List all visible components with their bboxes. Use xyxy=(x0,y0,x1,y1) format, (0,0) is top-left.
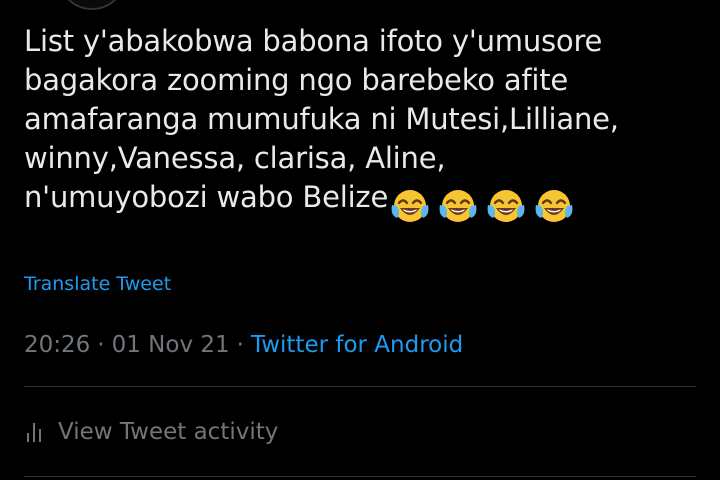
bar-chart-icon xyxy=(27,423,41,442)
tweet-source-link[interactable]: Twitter for Android xyxy=(251,332,463,358)
avatar[interactable] xyxy=(62,0,122,10)
face-with-tears-of-joy-icon xyxy=(391,190,429,222)
tweet-text-line: bagakora zooming ngo barebeko afite xyxy=(24,63,569,97)
divider xyxy=(24,386,696,387)
view-tweet-activity-button[interactable]: View Tweet activity xyxy=(24,418,278,446)
translate-tweet-link[interactable]: Translate Tweet xyxy=(24,272,171,296)
tweet-text: List y'abakobwa babona ifoto y'umusore b… xyxy=(24,22,714,224)
tweet-text-line: n'umuyobozi wabo Belize xyxy=(24,180,389,214)
tweet-text-line: amafaranga mumufuka ni Mutesi,Lilliane, xyxy=(24,102,619,136)
tweet-text-line: List y'abakobwa babona ifoto y'umusore xyxy=(24,24,603,58)
face-with-tears-of-joy-icon xyxy=(439,190,477,222)
tweet-text-line-last: n'umuyobozi wabo Belize xyxy=(24,178,714,224)
tweet-meta: 20:26 · 01 Nov 21 · Twitter for Android xyxy=(24,331,463,359)
tweet-text-line: winny,Vanessa, clarisa, Aline, xyxy=(24,141,446,175)
view-tweet-activity-label: View Tweet activity xyxy=(58,419,279,445)
meta-separator: · xyxy=(236,332,244,358)
tweet-date: 01 Nov 21 xyxy=(111,332,230,358)
tweet-detail-screen: List y'abakobwa babona ifoto y'umusore b… xyxy=(0,0,720,480)
meta-separator: · xyxy=(97,332,105,358)
tweet-time: 20:26 xyxy=(24,332,91,358)
face-with-tears-of-joy-icon xyxy=(535,190,573,222)
emoji-row xyxy=(390,185,582,224)
divider xyxy=(24,476,696,477)
face-with-tears-of-joy-icon xyxy=(487,190,525,222)
